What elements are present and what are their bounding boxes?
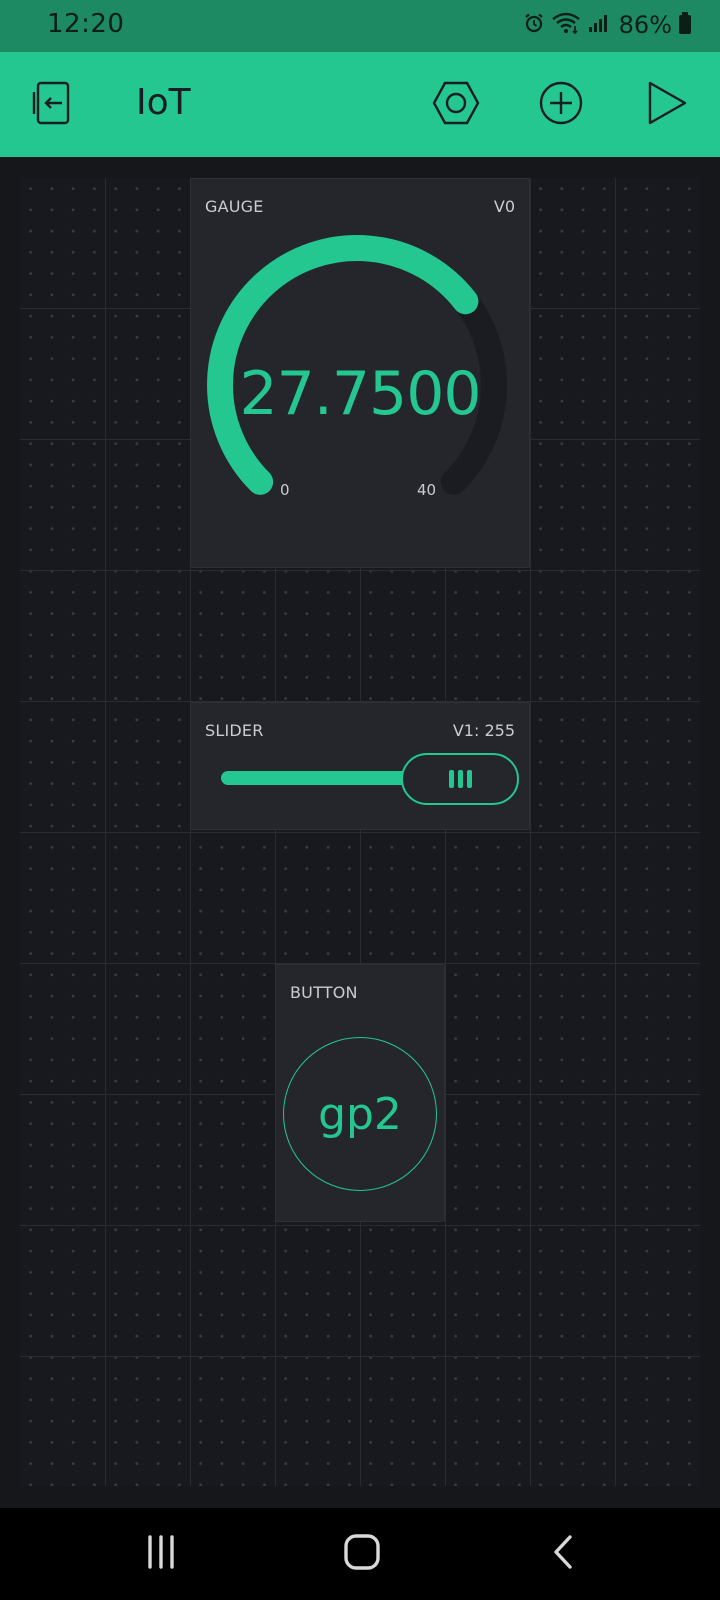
signal-icon — [587, 12, 609, 38]
gp2-button[interactable]: gp2 — [283, 1037, 437, 1191]
app-title: IoT — [136, 82, 191, 123]
play-icon — [645, 80, 689, 130]
grid-line — [20, 1356, 700, 1357]
grip-line — [466, 770, 472, 788]
settings-button[interactable] — [428, 77, 484, 133]
grid-line — [20, 570, 700, 571]
wifi-icon — [551, 11, 581, 39]
grip-line — [448, 770, 454, 788]
slider-handle[interactable] — [401, 753, 519, 805]
grip-line — [457, 770, 463, 788]
home-icon — [343, 1533, 381, 1575]
button-label: BUTTON — [290, 983, 358, 1002]
back-icon — [551, 1534, 577, 1574]
recent-apps-icon — [144, 1534, 178, 1574]
battery-icon — [678, 11, 692, 39]
status-icons: 86% — [523, 11, 692, 39]
slider-widget: SLIDER V1: 255 — [190, 702, 530, 830]
slider-label: SLIDER — [205, 721, 264, 740]
settings-hexagon-icon — [431, 78, 481, 132]
gauge-value: 27.7500 — [239, 359, 481, 429]
play-button[interactable] — [639, 77, 695, 133]
battery-percent: 86% — [618, 11, 672, 39]
add-widget-icon — [538, 80, 584, 130]
button-widget: BUTTON gp2 — [275, 964, 445, 1222]
exit-icon — [30, 80, 76, 130]
app-bar: IoT — [0, 52, 720, 157]
back-button[interactable] — [534, 1530, 594, 1578]
status-time: 12:20 — [47, 9, 125, 39]
exit-button[interactable] — [25, 77, 81, 133]
dashboard-canvas: GAUGE V0 27.7500 0 40 SLIDER V1: 255 BUT… — [20, 178, 700, 1486]
gauge-widget[interactable]: GAUGE V0 27.7500 0 40 — [190, 178, 530, 568]
add-widget-button[interactable] — [533, 77, 589, 133]
grid-line — [20, 1225, 700, 1226]
home-button[interactable] — [332, 1530, 392, 1578]
gauge-min: 0 — [280, 481, 290, 499]
navigation-bar — [0, 1508, 720, 1600]
slider-pin: V1: 255 — [452, 721, 515, 740]
status-bar: 12:20 86% — [0, 0, 720, 52]
gauge-max: 40 — [417, 481, 437, 499]
alarm-icon — [523, 12, 545, 38]
recent-apps-button[interactable] — [131, 1530, 191, 1578]
grid-line — [20, 832, 700, 833]
